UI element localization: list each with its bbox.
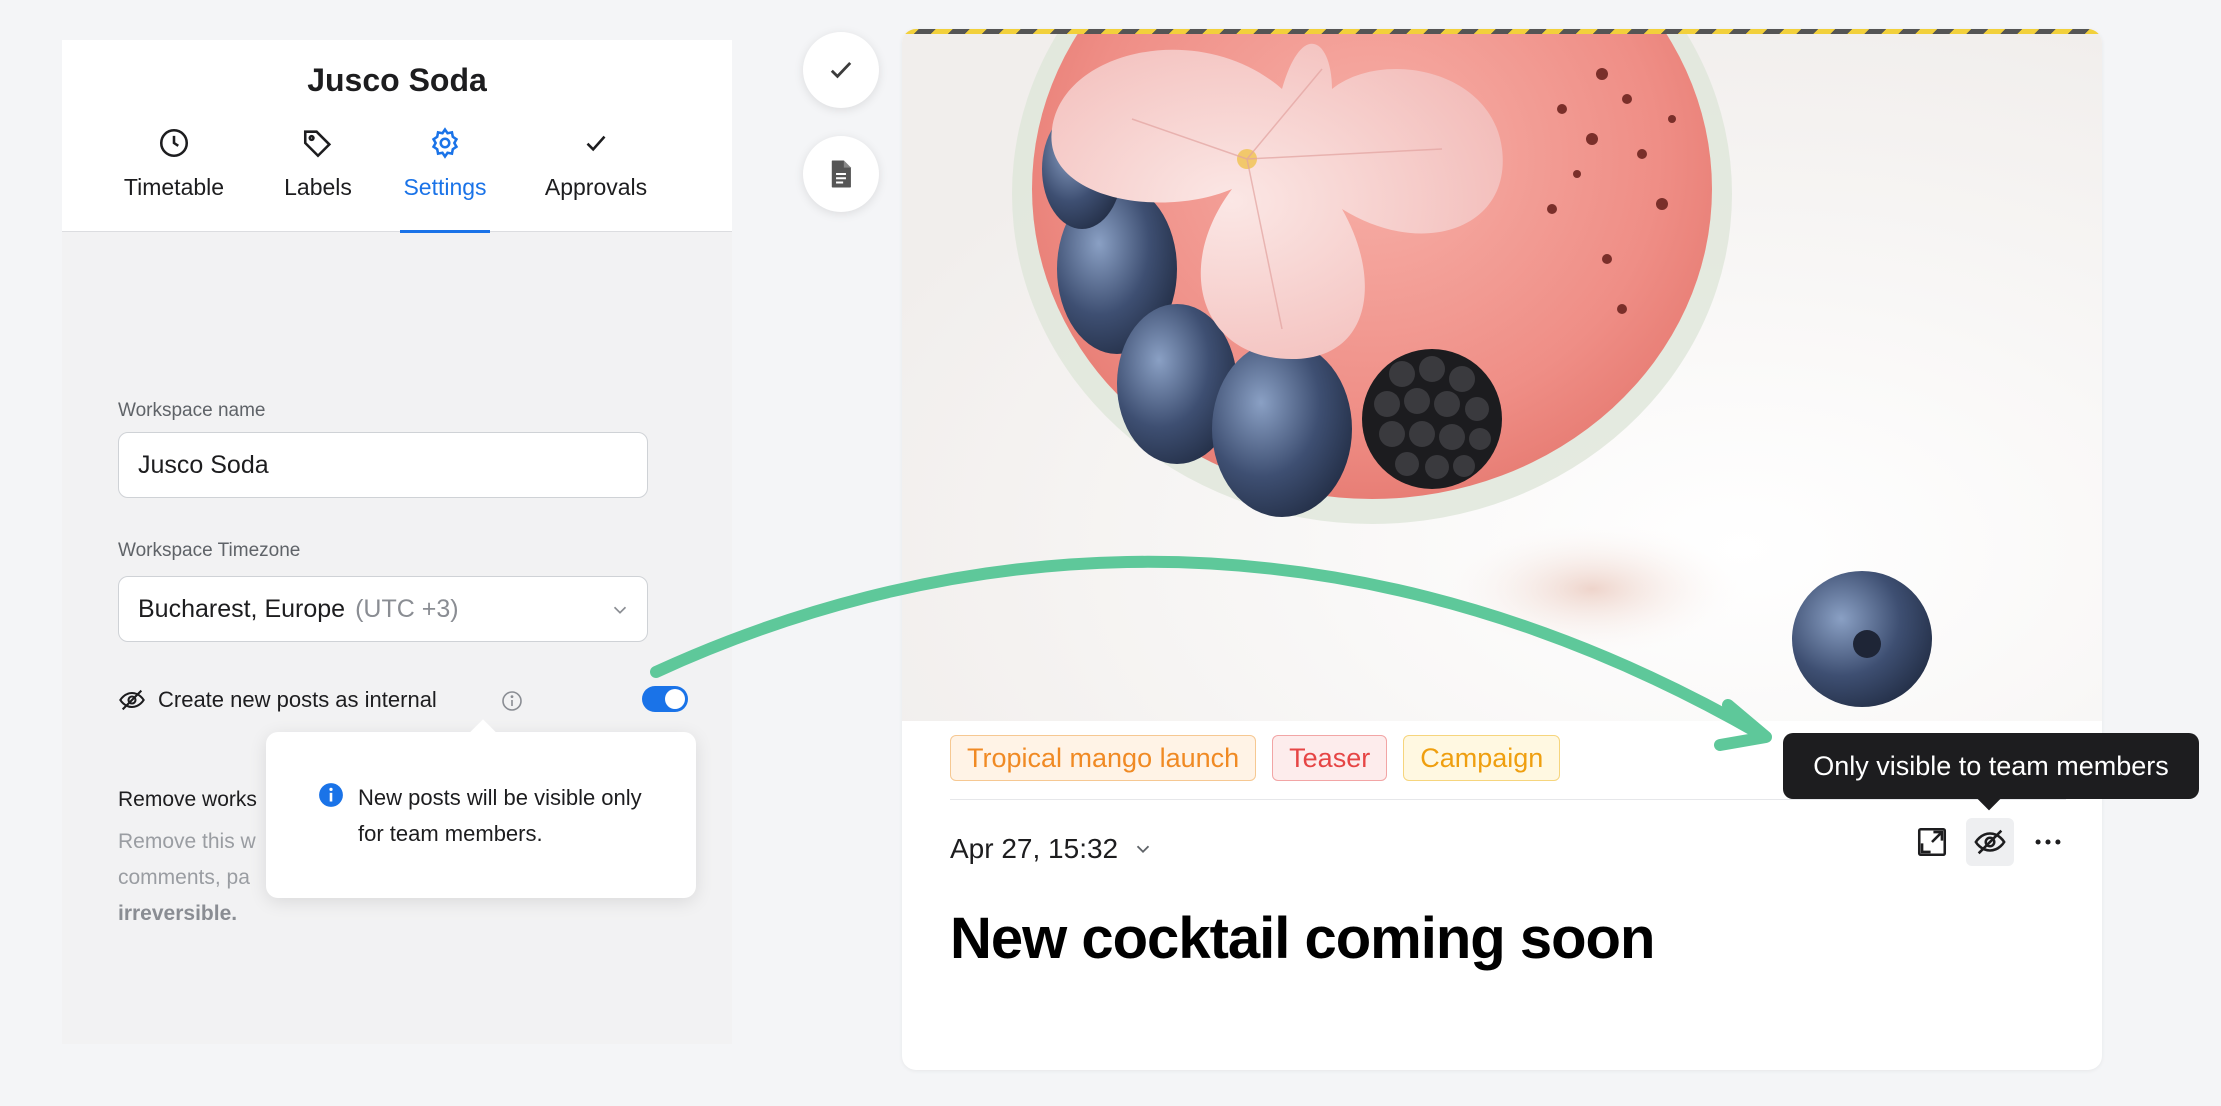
remove-desc-line: irreversible.: [118, 902, 238, 925]
tab-settings[interactable]: Settings: [400, 122, 490, 233]
clock-icon: [159, 128, 189, 158]
post-title: New cocktail coming soon: [950, 906, 1655, 971]
timezone-value: Bucharest, Europe: [138, 594, 346, 623]
workspace-name-label: Workspace name: [118, 400, 266, 421]
tab-label: Timetable: [123, 174, 225, 200]
tab-timetable[interactable]: Timetable: [116, 122, 232, 232]
check-icon: [586, 135, 606, 152]
settings-panel: Jusco Soda Timetable Labels Settings App…: [62, 40, 732, 1044]
post-labels: Tropical mango launch Teaser Campaign: [950, 735, 1561, 781]
expand-button[interactable]: [1908, 818, 1956, 866]
eye-off-icon: [119, 689, 145, 711]
tab-label: Approvals: [544, 174, 648, 200]
visibility-button[interactable]: [1966, 818, 2014, 866]
tab-bar: Timetable Labels Settings Approvals: [62, 122, 732, 233]
panel-header: Jusco Soda Timetable Labels Settings App…: [62, 40, 732, 233]
gear-icon: [431, 127, 459, 159]
post-actions: [1908, 818, 2072, 866]
check-icon: [830, 61, 852, 79]
tab-label: Settings: [403, 174, 487, 200]
workspace-title: Jusco Soda: [307, 62, 487, 98]
visibility-tooltip: Only visible to team members: [1783, 733, 2199, 799]
document-button[interactable]: [803, 136, 879, 212]
hazard-stripe: [902, 29, 2102, 34]
expand-icon: [1917, 827, 1947, 857]
popover-text: New posts will be visible only for team …: [358, 785, 642, 846]
label-tag[interactable]: Teaser: [1272, 735, 1388, 781]
approve-button[interactable]: [803, 32, 879, 108]
more-button[interactable]: [2024, 818, 2072, 866]
toggle-knob: [665, 689, 685, 709]
document-icon: [831, 160, 851, 188]
post-date-picker[interactable]: Apr 27, 15:32: [950, 833, 1154, 865]
chevron-down-icon: [1136, 845, 1150, 854]
chevron-down-icon: [613, 606, 627, 614]
post-date: Apr 27, 15:32: [950, 833, 1119, 864]
internal-posts-row: Create new posts as internal: [118, 680, 688, 720]
tab-approvals[interactable]: Approvals: [540, 122, 652, 232]
tag-icon: [303, 130, 332, 158]
workspace-name-input[interactable]: [118, 432, 648, 498]
info-icon[interactable]: [500, 689, 524, 713]
more-icon: [2035, 839, 2061, 845]
remove-workspace-title: Remove works: [118, 788, 257, 811]
divider: [950, 799, 2066, 800]
timezone-offset: (UTC +3): [355, 594, 459, 623]
workspace-timezone-label: Workspace Timezone: [118, 540, 301, 561]
label-tag[interactable]: Campaign: [1403, 735, 1561, 781]
internal-posts-label: Create new posts as internal: [158, 687, 437, 712]
tab-labels[interactable]: Labels: [275, 122, 361, 232]
post-card: Tropical mango launch Teaser Campaign Ap…: [902, 29, 2102, 1070]
label-tag[interactable]: Tropical mango launch: [950, 735, 1257, 781]
eye-off-icon: [1974, 829, 2006, 855]
tab-label: Labels: [284, 174, 352, 200]
post-image[interactable]: [902, 29, 2102, 721]
info-filled-icon: [319, 783, 343, 807]
timezone-select[interactable]: Bucharest, Europe (UTC +3): [118, 576, 648, 642]
info-popover: New posts will be visible only for team …: [266, 732, 696, 898]
internal-posts-toggle[interactable]: [642, 686, 688, 712]
